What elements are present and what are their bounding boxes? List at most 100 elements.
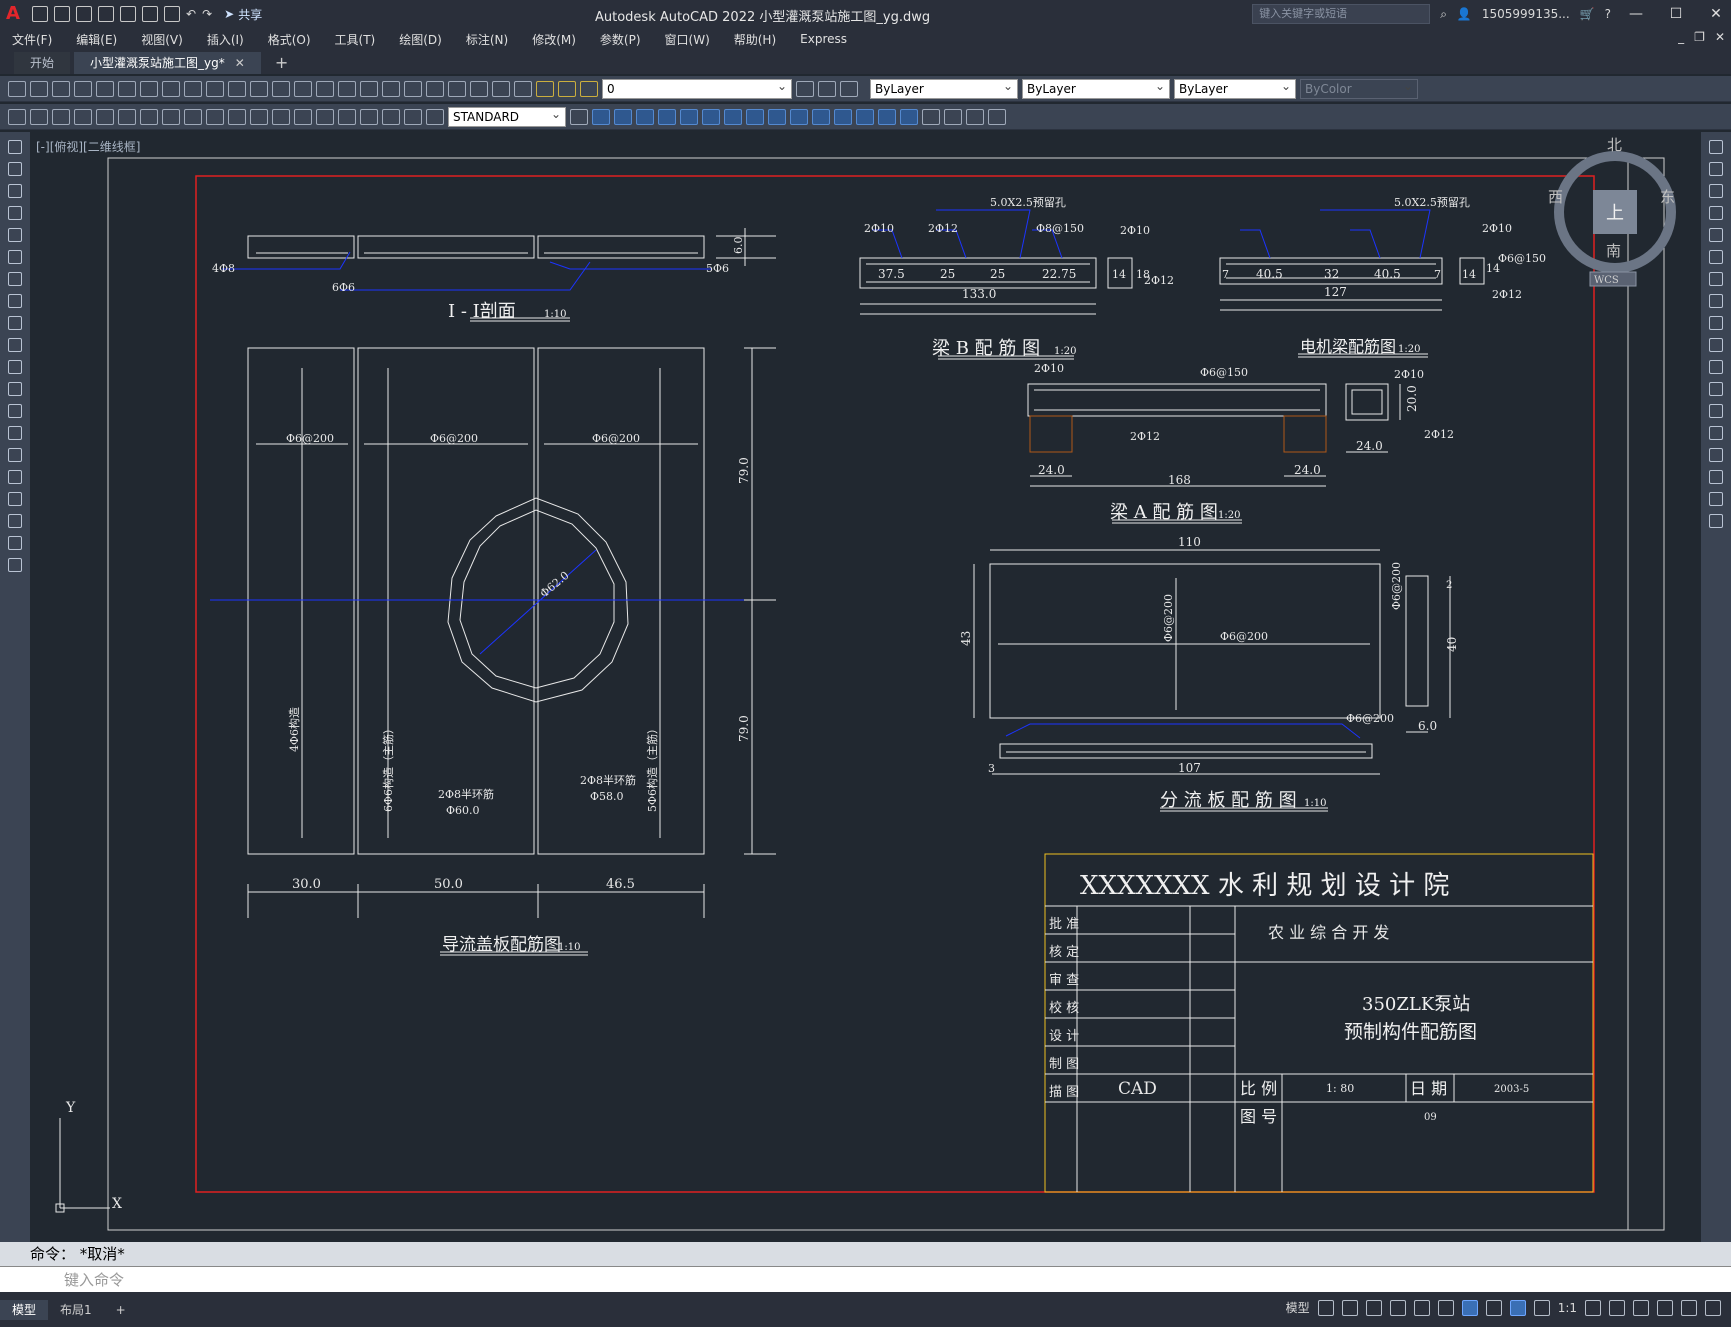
block-insert-icon[interactable]	[922, 108, 940, 125]
array-icon[interactable]	[680, 108, 698, 125]
menu-draw[interactable]: 绘图(D)	[387, 31, 454, 48]
menu-file[interactable]: 文件(F)	[0, 31, 64, 48]
mirror-icon[interactable]	[1709, 184, 1723, 198]
match-properties-icon[interactable]	[206, 80, 224, 97]
trim-icon[interactable]	[1709, 338, 1723, 352]
polygon-icon[interactable]	[8, 206, 22, 220]
polar-icon[interactable]	[1389, 1299, 1406, 1316]
chamfer-icon[interactable]	[856, 108, 874, 125]
array-icon[interactable]	[1709, 228, 1723, 242]
sheetset-icon[interactable]	[426, 80, 444, 97]
doc-restore-icon[interactable]: ❐	[1694, 30, 1705, 44]
redo-icon[interactable]: ↷	[202, 7, 212, 21]
cut-icon[interactable]	[140, 80, 158, 97]
annotation-scale[interactable]: 1:1	[1558, 1301, 1577, 1315]
undo-icon[interactable]	[228, 80, 246, 97]
color-select[interactable]: ByLayer	[870, 77, 1018, 99]
move-icon[interactable]	[1709, 250, 1723, 264]
polyline-icon[interactable]	[8, 184, 22, 198]
extend-icon[interactable]	[790, 108, 808, 125]
offset-icon[interactable]	[1709, 206, 1723, 220]
ellipse-icon[interactable]	[8, 338, 22, 352]
user-icon[interactable]: 👤	[1457, 7, 1472, 21]
mtext-icon[interactable]	[8, 536, 22, 550]
offset-icon[interactable]	[658, 108, 676, 125]
dim-ordinate-icon[interactable]	[74, 108, 92, 125]
layer-state-icon[interactable]	[840, 80, 858, 97]
hatch-icon[interactable]	[988, 108, 1006, 125]
undo-icon[interactable]: ↶	[186, 7, 196, 21]
region-icon[interactable]	[8, 492, 22, 506]
scale-icon[interactable]	[1709, 294, 1723, 308]
linetype-select[interactable]: ByLayer	[1022, 77, 1170, 99]
rotate-icon[interactable]	[1709, 272, 1723, 286]
doc-minimize-icon[interactable]: _	[1678, 30, 1684, 44]
grid-icon[interactable]	[1317, 1299, 1334, 1316]
annotation-monitor-icon[interactable]	[1609, 1299, 1625, 1316]
open-file-icon[interactable]	[54, 6, 70, 22]
isodraft-icon[interactable]	[1413, 1299, 1430, 1316]
menu-format[interactable]: 格式(O)	[256, 31, 323, 48]
dim-break-icon[interactable]	[272, 108, 290, 125]
erase-icon[interactable]	[1709, 140, 1723, 154]
dim-baseline-icon[interactable]	[206, 108, 224, 125]
dim-diameter-icon[interactable]	[140, 108, 158, 125]
layer-properties-icon[interactable]	[514, 80, 532, 97]
add-layout-button[interactable]: +	[104, 1300, 138, 1320]
clean-screen-icon[interactable]	[1681, 1299, 1697, 1316]
stretch-icon[interactable]	[1709, 316, 1723, 330]
object-snap-icon[interactable]	[1461, 1299, 1478, 1316]
stretch-icon[interactable]	[746, 108, 764, 125]
explode-icon[interactable]	[1709, 514, 1723, 528]
model-space-button[interactable]: 模型	[1286, 1299, 1310, 1316]
construction-line-icon[interactable]	[8, 162, 22, 176]
menu-modify[interactable]: 修改(M)	[520, 31, 588, 48]
new-tab-button[interactable]: +	[265, 52, 298, 74]
ellipse-arc-icon[interactable]	[8, 360, 22, 374]
dim-edit-icon[interactable]	[382, 108, 400, 125]
help-icon[interactable]: ?	[1605, 7, 1611, 21]
redo-icon[interactable]	[250, 80, 268, 97]
tab-drawing[interactable]: 小型灌溉泵站施工图_yg* ✕	[74, 52, 261, 74]
zoom-realtime-icon[interactable]	[294, 80, 312, 97]
explode-icon[interactable]	[900, 108, 918, 125]
scale-icon[interactable]	[724, 108, 742, 125]
close-button[interactable]: ✕	[1701, 6, 1731, 22]
save-icon[interactable]	[52, 80, 70, 97]
copy-icon[interactable]	[162, 80, 180, 97]
layer-previous-icon[interactable]	[818, 80, 836, 97]
properties-icon[interactable]	[360, 80, 378, 97]
menu-view[interactable]: 视图(V)	[129, 31, 195, 48]
blend-icon[interactable]	[1709, 492, 1723, 506]
tab-model[interactable]: 模型	[0, 1299, 49, 1320]
dim-angular-icon[interactable]	[162, 108, 180, 125]
insert-block-icon[interactable]	[8, 382, 22, 396]
menu-parametric[interactable]: 参数(P)	[588, 31, 653, 48]
search-input[interactable]: 键入关键字或短语	[1252, 4, 1431, 24]
point-icon[interactable]	[966, 108, 984, 125]
spline-icon[interactable]	[8, 316, 22, 330]
pan-icon[interactable]	[272, 80, 290, 97]
circle-icon[interactable]	[8, 272, 22, 286]
cart-icon[interactable]: 🛒	[1580, 7, 1595, 21]
open-icon[interactable]	[30, 80, 48, 97]
chamfer-icon[interactable]	[1709, 448, 1723, 462]
zoom-previous-icon[interactable]	[338, 80, 356, 97]
tolerance-icon[interactable]	[294, 108, 312, 125]
qnew-icon[interactable]	[8, 80, 26, 97]
make-block-icon[interactable]	[8, 404, 22, 418]
trim-icon[interactable]	[768, 108, 786, 125]
jogged-linear-icon[interactable]	[360, 108, 378, 125]
revcloud-icon[interactable]	[8, 294, 22, 308]
help-icon[interactable]	[492, 80, 510, 97]
rectangle-icon[interactable]	[8, 228, 22, 242]
snap-icon[interactable]	[1341, 1299, 1358, 1316]
menu-tools[interactable]: 工具(T)	[323, 31, 388, 48]
move-icon[interactable]	[592, 108, 610, 125]
command-input[interactable]: 键入命令	[0, 1266, 1731, 1292]
quick-dim-icon[interactable]	[184, 108, 202, 125]
share-button[interactable]: ➤ 共享	[224, 6, 262, 23]
tab-layout1[interactable]: 布局1	[48, 1300, 104, 1320]
lineweight-select[interactable]: ByLayer	[1174, 77, 1296, 99]
dim-space-icon[interactable]	[250, 108, 268, 125]
